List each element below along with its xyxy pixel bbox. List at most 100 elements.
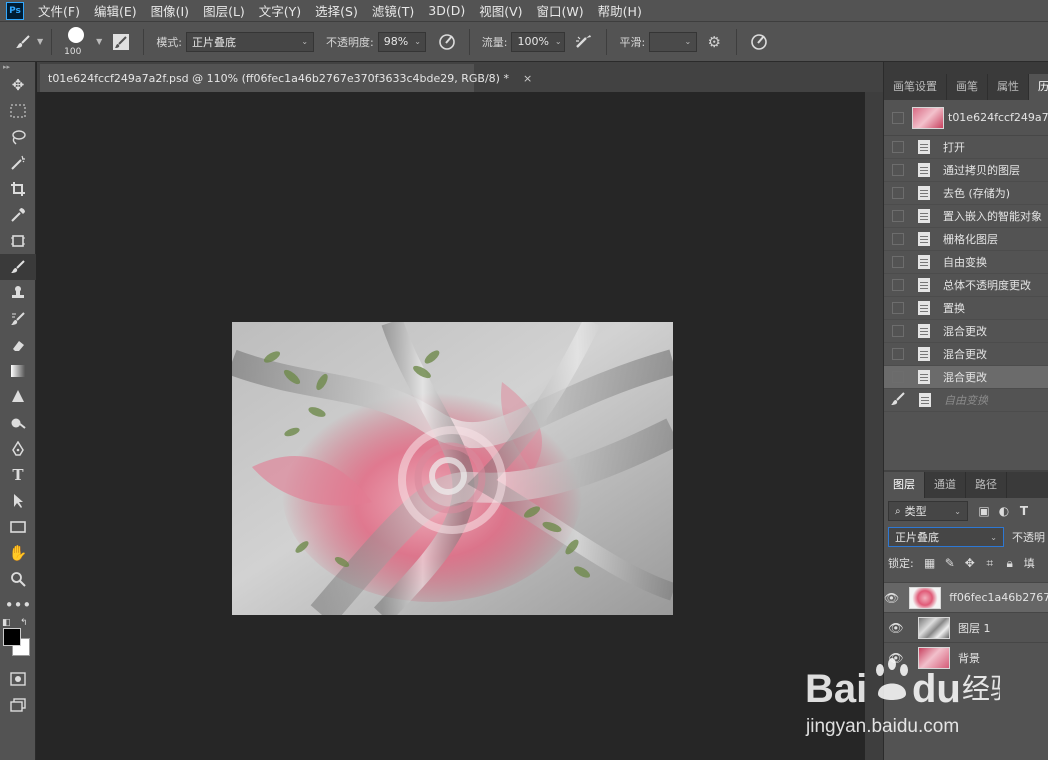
history-state[interactable]: 通过拷贝的图层 <box>884 159 1048 182</box>
tab-properties[interactable]: 属性 <box>988 74 1029 100</box>
history-state[interactable]: 混合更改 <box>884 343 1048 366</box>
more-tools-icon[interactable]: ••• <box>0 592 36 618</box>
history-snapshot[interactable]: t01e624fccf249a7a2f.jpg <box>884 100 1048 136</box>
tab-history[interactable]: 历 <box>1029 74 1048 100</box>
path-selection-tool-icon[interactable] <box>0 488 36 514</box>
default-colors-icon[interactable]: ◧ <box>2 618 11 628</box>
menu-file[interactable]: 文件(F) <box>38 1 80 20</box>
menu-layer[interactable]: 图层(L) <box>203 1 245 20</box>
menu-help[interactable]: 帮助(H) <box>598 1 642 20</box>
zoom-tool-icon[interactable] <box>0 566 36 592</box>
layer-row[interactable]: 👁︎ 背景 <box>884 642 1048 672</box>
history-brush-tool-icon[interactable] <box>0 306 36 332</box>
smoothing-input[interactable]: ⌄ <box>649 31 698 52</box>
collapse-dock-bar[interactable] <box>884 62 1048 74</box>
screen-mode-icon[interactable] <box>0 692 36 718</box>
gear-icon[interactable]: ⚙ <box>703 31 725 53</box>
close-icon[interactable]: × <box>523 72 532 85</box>
filter-type-layer-icon[interactable]: T <box>1016 503 1032 519</box>
history-state[interactable]: 去色 (存储为) <box>884 182 1048 205</box>
history-brush-source-checkbox[interactable] <box>892 164 904 176</box>
canvas-area[interactable] <box>37 92 865 760</box>
eraser-tool-icon[interactable] <box>0 332 36 358</box>
document-tab[interactable]: t01e624fccf249a7a2f.psd @ 110% (ff06fec1… <box>40 64 532 92</box>
snapshot-source-checkbox[interactable] <box>892 111 904 124</box>
history-state[interactable]: 自由变换 <box>884 251 1048 274</box>
history-state[interactable]: 置换 <box>884 297 1048 320</box>
history-state[interactable]: 混合更改 <box>884 320 1048 343</box>
stamp-tool-icon[interactable] <box>0 280 36 306</box>
airbrush-icon[interactable] <box>573 31 595 53</box>
pressure-size-icon[interactable] <box>748 31 770 53</box>
swap-colors-icon[interactable]: ↰ <box>20 618 28 628</box>
history-brush-source-checkbox[interactable] <box>892 210 904 222</box>
brush-size-picker[interactable]: 100 <box>60 23 94 61</box>
menu-3d[interactable]: 3D(D) <box>428 3 465 18</box>
layer-row[interactable]: 👁︎ 图层 1 <box>884 612 1048 642</box>
pressure-opacity-icon[interactable] <box>436 31 458 53</box>
menu-view[interactable]: 视图(V) <box>479 1 522 20</box>
brush-settings-panel-icon[interactable] <box>110 31 132 53</box>
history-brush-source-checkbox[interactable] <box>892 325 904 337</box>
lock-artboard-icon[interactable]: ⌗ <box>982 555 998 571</box>
tab-brushes[interactable]: 画笔 <box>947 74 988 100</box>
marquee-tool-icon[interactable] <box>0 98 36 124</box>
history-state[interactable]: 总体不透明度更改 <box>884 274 1048 297</box>
history-state[interactable]: 栅格化图层 <box>884 228 1048 251</box>
filter-adjustment-layer-icon[interactable]: ◐ <box>996 503 1012 519</box>
frame-tool-icon[interactable] <box>0 228 36 254</box>
pen-tool-icon[interactable] <box>0 436 36 462</box>
layer-row[interactable]: 👁︎ ff06fec1a46b2767e37 <box>884 582 1048 612</box>
history-brush-source-checkbox[interactable] <box>892 256 904 268</box>
gradient-tool-icon[interactable] <box>0 358 36 384</box>
lock-image-pixels-icon[interactable]: ✎ <box>942 555 958 571</box>
history-state[interactable]: 自由变换 <box>884 389 1048 412</box>
eyedropper-tool-icon[interactable] <box>0 202 36 228</box>
brush-tool-icon[interactable] <box>0 254 36 280</box>
history-state[interactable]: 混合更改 <box>884 366 1048 389</box>
rectangle-tool-icon[interactable] <box>0 514 36 540</box>
type-tool-icon[interactable]: T <box>0 462 36 488</box>
eye-icon[interactable]: 👁︎ <box>884 621 908 635</box>
move-tool-icon[interactable]: ✥ <box>0 72 36 98</box>
history-brush-source-checkbox[interactable] <box>892 348 904 360</box>
layer-filter-select[interactable]: ⌕ 类型 ⌄ <box>888 501 968 521</box>
quick-mask-icon[interactable] <box>0 666 36 692</box>
vertical-scrollbar[interactable] <box>865 92 883 760</box>
eye-icon[interactable]: 👁︎ <box>884 651 908 665</box>
canvas-image[interactable] <box>232 322 673 615</box>
lasso-tool-icon[interactable] <box>0 124 36 150</box>
history-brush-source-checkbox[interactable] <box>892 187 904 199</box>
blend-mode-select[interactable]: 正片叠底 ⌄ <box>888 527 1004 547</box>
collapse-toolbar-icon[interactable]: ▸▸ <box>0 62 35 72</box>
chevron-down-icon[interactable]: ▼ <box>96 37 102 46</box>
lock-all-icon[interactable]: 🔒︎ <box>1002 555 1018 571</box>
history-brush-source-checkbox[interactable] <box>892 279 904 291</box>
filter-pixel-layer-icon[interactable]: ▣ <box>976 503 992 519</box>
history-state[interactable]: 置入嵌入的智能对象 <box>884 205 1048 228</box>
history-brush-source-checkbox[interactable] <box>892 371 904 383</box>
tab-channels[interactable]: 通道 <box>925 472 966 498</box>
menu-filter[interactable]: 滤镜(T) <box>372 1 414 20</box>
menu-type[interactable]: 文字(Y) <box>259 1 301 20</box>
opacity-input[interactable]: 98% ⌄ <box>377 31 426 52</box>
history-brush-source-icon[interactable] <box>884 391 909 410</box>
menu-window[interactable]: 窗口(W) <box>537 1 584 20</box>
history-brush-source-checkbox[interactable] <box>892 302 904 314</box>
crop-tool-icon[interactable] <box>0 176 36 202</box>
menu-select[interactable]: 选择(S) <box>315 1 358 20</box>
menu-edit[interactable]: 编辑(E) <box>94 1 137 20</box>
dodge-tool-icon[interactable] <box>0 410 36 436</box>
history-brush-source-checkbox[interactable] <box>892 233 904 245</box>
history-state[interactable]: 打开 <box>884 136 1048 159</box>
lock-position-icon[interactable]: ✥ <box>962 555 978 571</box>
history-brush-source-checkbox[interactable] <box>892 141 904 153</box>
photoshop-logo-icon[interactable]: Ps <box>6 1 24 20</box>
flow-input[interactable]: 100% ⌄ <box>511 31 566 52</box>
eye-icon[interactable]: 👁︎ <box>884 591 899 605</box>
lock-transparency-icon[interactable]: ▦ <box>922 555 938 571</box>
brush-tool-preset-icon[interactable] <box>12 31 34 53</box>
tab-layers[interactable]: 图层 <box>884 472 925 498</box>
magic-wand-tool-icon[interactable] <box>0 150 36 176</box>
blur-tool-icon[interactable] <box>0 384 36 410</box>
